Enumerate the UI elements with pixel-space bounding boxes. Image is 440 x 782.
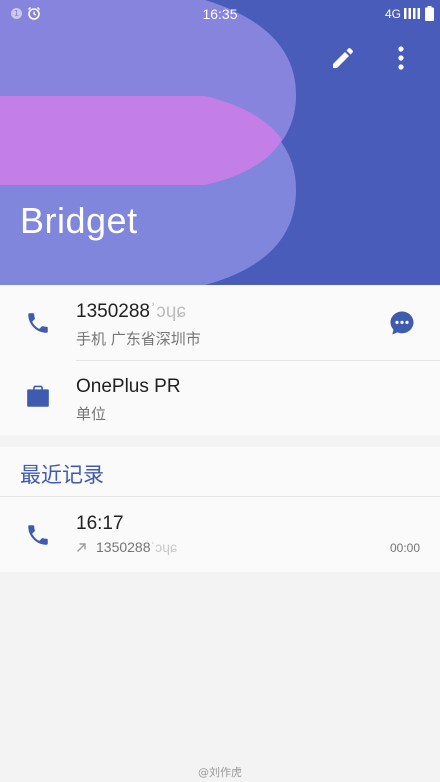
phone-row[interactable]: 1350288ʾɔɥɕ 手机 广东省深圳市 xyxy=(0,285,440,360)
phone-number-digits: 1350288 xyxy=(76,301,150,322)
call-duration: 00:00 xyxy=(389,541,420,555)
call-number-digits: 1350288 xyxy=(96,539,151,555)
signal-icon xyxy=(404,8,420,19)
battery-icon xyxy=(425,6,434,21)
outgoing-call-icon xyxy=(77,543,86,552)
phone-number-redacted: ʾɔɥɕ xyxy=(149,301,186,322)
phone-number: 1350288ʾɔɥɕ xyxy=(76,301,186,323)
more-options-button[interactable] xyxy=(388,43,414,73)
edit-contact-button[interactable] xyxy=(328,43,358,73)
header-background xyxy=(0,0,440,285)
contact-info-card: 1350288ʾɔɥɕ 手机 广东省深圳市 OnePlus PR 单位 xyxy=(0,285,440,435)
message-icon xyxy=(390,311,414,335)
phone-icon xyxy=(28,313,48,333)
company-name: OnePlus PR xyxy=(76,376,181,397)
contact-name: Bridget xyxy=(20,200,138,241)
phone-label: 手机 广东省深圳市 xyxy=(76,330,201,348)
contact-header: 1 16:35 4G Bridget xyxy=(0,0,440,285)
company-row[interactable]: OnePlus PR 单位 xyxy=(0,360,440,435)
company-label: 单位 xyxy=(76,405,107,423)
pencil-icon xyxy=(333,48,353,68)
briefcase-icon xyxy=(27,385,49,407)
recent-title: 最近记录 xyxy=(20,463,104,487)
status-time: 16:35 xyxy=(202,6,238,22)
network-type: 4G xyxy=(385,7,402,21)
call-number: 1350288ʾɔɥɕ xyxy=(96,539,177,555)
recent-section-header: 最近记录 xyxy=(0,447,440,496)
more-vert-icon xyxy=(398,46,404,70)
watermark: @刘作虎 xyxy=(198,766,242,779)
send-message-button[interactable] xyxy=(389,310,415,336)
call-log-item[interactable]: 16:17 1350288ʾɔɥɕ 00:00 xyxy=(0,497,440,572)
status-bar: 1 16:35 4G xyxy=(0,0,440,28)
call-time: 16:17 xyxy=(76,513,124,534)
call-number-redacted: ʾɔɥɕ xyxy=(150,539,177,555)
phone-icon xyxy=(28,525,48,545)
